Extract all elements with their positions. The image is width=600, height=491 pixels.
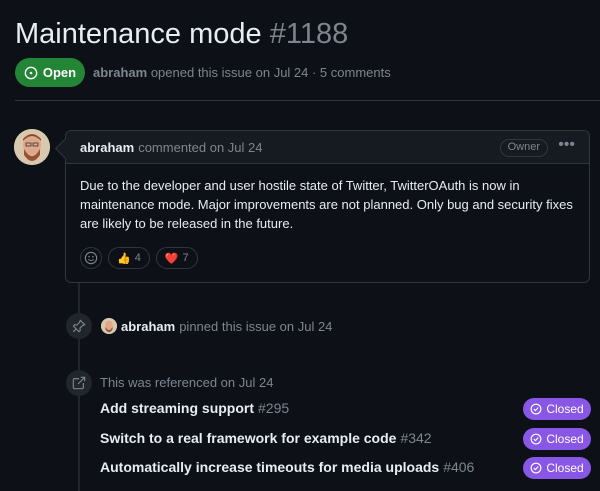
reference-item[interactable]: Automatically increase timeouts for medi… bbox=[100, 455, 474, 479]
avatar-image bbox=[14, 129, 50, 165]
avatar-image bbox=[101, 318, 117, 334]
issue-meta: abraham opened this issue on Jul 24 · 5 … bbox=[93, 58, 391, 87]
reference-title[interactable]: Switch to a real framework for example c… bbox=[100, 430, 396, 446]
issue-meta-text: opened this issue on Jul 24 · 5 comments bbox=[150, 65, 391, 80]
pin-event: abraham pinned this issue on Jul 24 bbox=[101, 318, 332, 334]
reference-number: #295 bbox=[258, 400, 290, 416]
reactions-bar: 👍 4 ❤️ 7 bbox=[80, 247, 198, 269]
comment-body: Due to the developer and user hostile st… bbox=[80, 178, 573, 231]
issue-closed-icon bbox=[530, 433, 542, 445]
status-badge: Open bbox=[15, 58, 85, 87]
closed-label: Closed bbox=[546, 432, 584, 446]
closed-label: Closed bbox=[546, 402, 584, 416]
comment-author-link[interactable]: abraham bbox=[80, 140, 134, 155]
divider bbox=[15, 100, 600, 101]
avatar[interactable] bbox=[101, 318, 117, 334]
reaction-count: 4 bbox=[134, 252, 141, 264]
kebab-menu-icon[interactable]: ••• bbox=[558, 136, 575, 154]
closed-badge: Closed bbox=[523, 428, 591, 450]
reaction-heart[interactable]: ❤️ 7 bbox=[155, 247, 198, 269]
page-title: Maintenance mode #1188 bbox=[15, 14, 348, 54]
comment-header: abraham commented on Jul 24 Owner ••• bbox=[66, 131, 589, 164]
comment-card: abraham commented on Jul 24 Owner ••• Du… bbox=[65, 130, 590, 283]
issue-closed-icon bbox=[530, 462, 542, 474]
heart-icon: ❤️ bbox=[164, 252, 179, 265]
reference-item[interactable]: Add streaming support #295 bbox=[100, 396, 289, 420]
cross-reference-icon bbox=[72, 376, 86, 390]
pin-event-text: pinned this issue on Jul 24 bbox=[179, 318, 333, 334]
reference-title[interactable]: Automatically increase timeouts for medi… bbox=[100, 459, 439, 475]
add-reaction-button[interactable] bbox=[80, 247, 102, 269]
smiley-icon bbox=[84, 251, 98, 265]
closed-label: Closed bbox=[546, 461, 584, 475]
issue-open-icon bbox=[24, 66, 38, 79]
timeline-pin-badge bbox=[66, 313, 92, 339]
issue-author-link[interactable]: abraham bbox=[93, 65, 147, 80]
reaction-thumbs-up[interactable]: 👍 4 bbox=[108, 247, 150, 269]
pin-icon bbox=[72, 319, 86, 333]
owner-badge: Owner bbox=[499, 139, 548, 157]
reference-number: #406 bbox=[443, 459, 475, 475]
thumbs-up-icon: 👍 bbox=[117, 252, 131, 265]
reference-title[interactable]: Add streaming support bbox=[100, 400, 254, 416]
status-label: Open bbox=[42, 65, 77, 80]
reference-event-text: This was referenced on Jul 24 bbox=[100, 375, 274, 390]
pin-actor-link[interactable]: abraham bbox=[121, 319, 175, 334]
issue-title: Maintenance mode bbox=[15, 18, 262, 50]
reference-item[interactable]: Switch to a real framework for example c… bbox=[100, 426, 432, 450]
reference-number: #342 bbox=[400, 430, 432, 446]
issue-number: #1188 bbox=[269, 18, 349, 50]
issue-closed-icon bbox=[530, 403, 542, 415]
closed-badge: Closed bbox=[523, 457, 591, 479]
comment-timestamp[interactable]: commented on Jul 24 bbox=[138, 140, 262, 155]
avatar[interactable] bbox=[14, 129, 50, 165]
timeline-reference-badge bbox=[66, 370, 92, 396]
closed-badge: Closed bbox=[523, 398, 591, 420]
reaction-count: 7 bbox=[182, 252, 189, 264]
